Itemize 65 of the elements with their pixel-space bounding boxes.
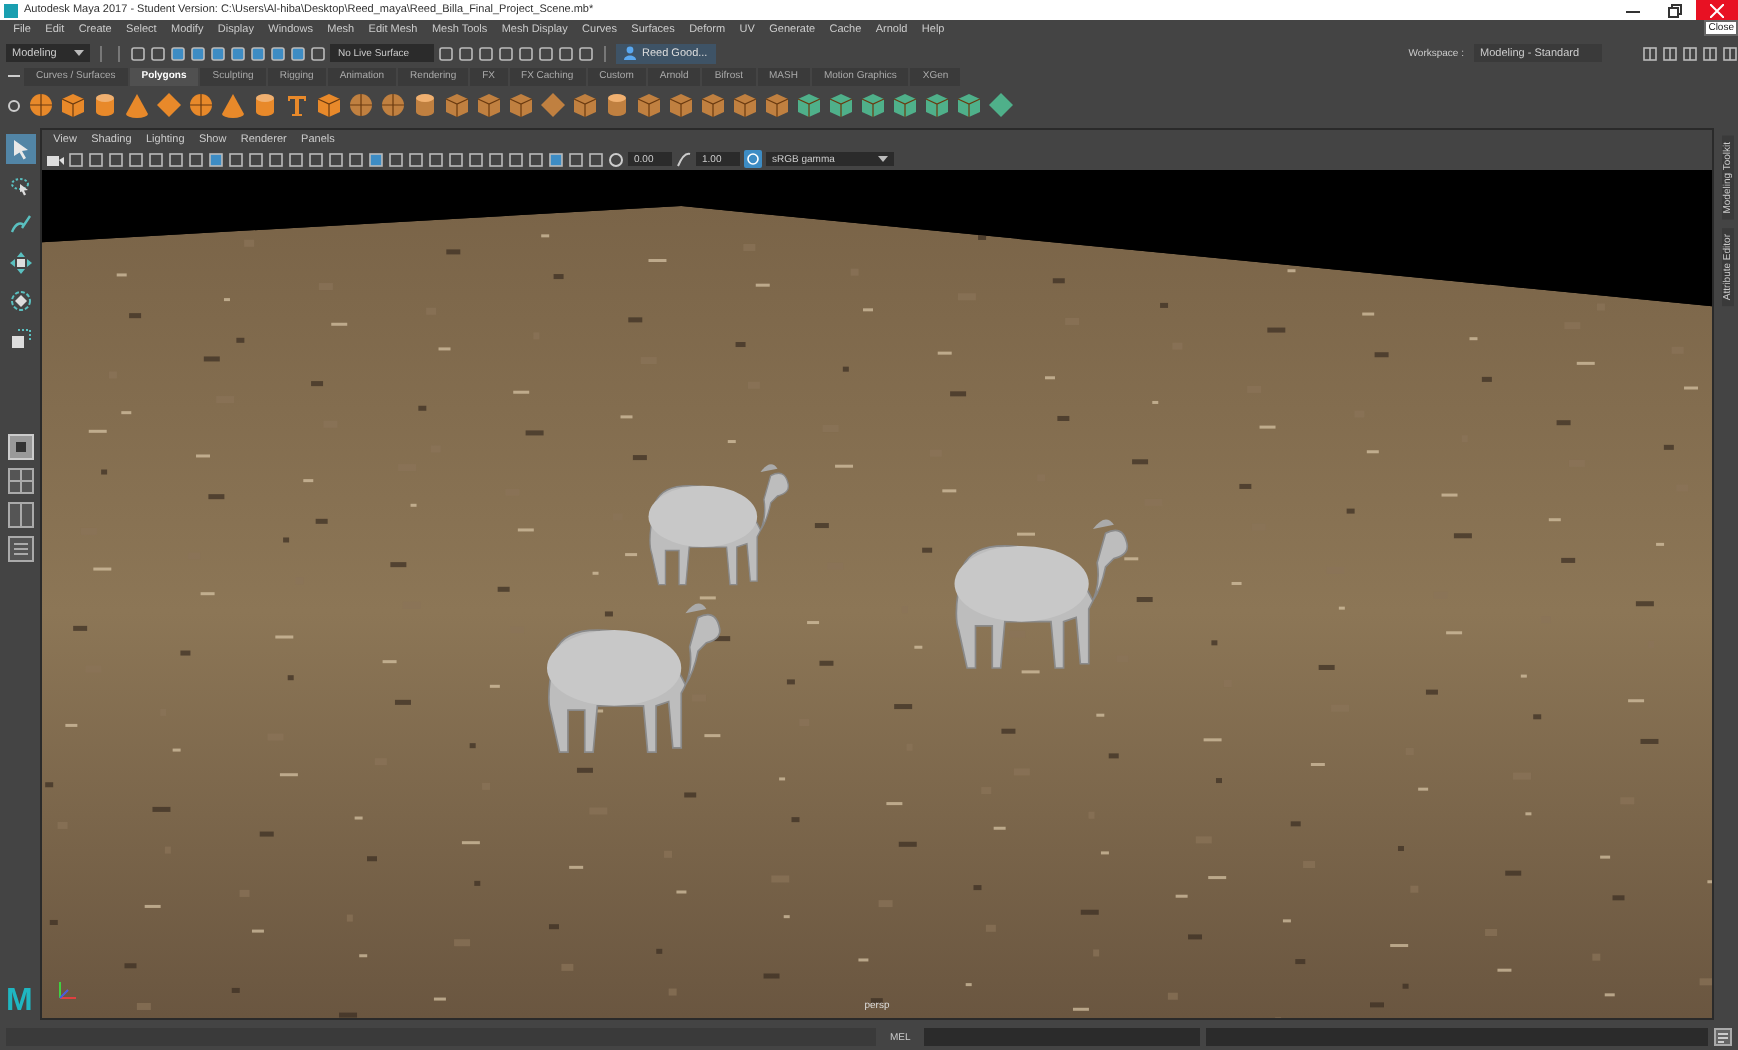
sphere-icon[interactable] bbox=[188, 92, 214, 118]
color-management-icon[interactable] bbox=[744, 150, 762, 168]
cylinder-icon[interactable] bbox=[412, 92, 438, 118]
layout-icon[interactable] bbox=[1722, 45, 1738, 61]
caret-icon bbox=[878, 156, 888, 162]
cube-icon[interactable] bbox=[444, 92, 470, 118]
aperture-icon[interactable] bbox=[608, 151, 624, 167]
four-pane-layout-icon[interactable] bbox=[7, 468, 33, 494]
single-pane-layout-icon[interactable] bbox=[7, 434, 33, 460]
cube-icon[interactable] bbox=[636, 92, 662, 118]
cube-icon[interactable] bbox=[860, 92, 886, 118]
diamond-icon[interactable] bbox=[156, 92, 182, 118]
cube-icon[interactable] bbox=[892, 92, 918, 118]
caret-icon bbox=[74, 50, 84, 56]
brush-icon bbox=[9, 214, 31, 236]
sphere-icon[interactable] bbox=[380, 92, 406, 118]
cylinder-icon[interactable] bbox=[604, 92, 630, 118]
axis-icon bbox=[54, 978, 78, 1002]
text-tool-icon[interactable] bbox=[284, 92, 310, 118]
sheep-drawing bbox=[648, 464, 790, 586]
diamond-icon[interactable] bbox=[540, 92, 566, 118]
layout-icon[interactable] bbox=[1682, 45, 1698, 61]
command-input-field[interactable] bbox=[924, 1028, 1201, 1046]
app-icon bbox=[4, 3, 18, 17]
layout-icon[interactable] bbox=[1662, 45, 1678, 61]
move-tool[interactable] bbox=[5, 248, 35, 278]
maya-logo: M bbox=[6, 986, 33, 1018]
cylinder-icon[interactable] bbox=[92, 92, 118, 118]
close-button[interactable] bbox=[1696, 0, 1738, 20]
scale-icon bbox=[9, 328, 31, 350]
rotate-tool[interactable] bbox=[5, 286, 35, 316]
cube-icon[interactable] bbox=[700, 92, 726, 118]
script-editor-icon[interactable] bbox=[1714, 1028, 1732, 1046]
arrow-cursor-icon bbox=[9, 138, 31, 160]
camera-icon[interactable] bbox=[46, 151, 64, 167]
two-pane-layout-icon[interactable] bbox=[7, 502, 33, 528]
sphere-icon[interactable] bbox=[28, 92, 54, 118]
move-icon bbox=[9, 252, 31, 274]
close-icon bbox=[1710, 3, 1724, 17]
cone-icon[interactable] bbox=[220, 92, 246, 118]
cube-icon[interactable] bbox=[572, 92, 598, 118]
rotate-icon bbox=[9, 290, 31, 312]
cube-icon[interactable] bbox=[476, 92, 502, 118]
lasso-icon bbox=[9, 176, 31, 198]
cube-icon[interactable] bbox=[316, 92, 342, 118]
cone-icon[interactable] bbox=[124, 92, 150, 118]
user-icon bbox=[624, 46, 636, 60]
cube-icon[interactable] bbox=[828, 92, 854, 118]
cube-icon[interactable] bbox=[60, 92, 86, 118]
cube-icon[interactable] bbox=[956, 92, 982, 118]
outliner-layout-icon[interactable] bbox=[7, 536, 33, 562]
cube-icon[interactable] bbox=[508, 92, 534, 118]
cylinder-icon[interactable] bbox=[252, 92, 278, 118]
cube-icon[interactable] bbox=[764, 92, 790, 118]
cube-icon[interactable] bbox=[668, 92, 694, 118]
cube-icon[interactable] bbox=[924, 92, 950, 118]
cube-icon[interactable] bbox=[732, 92, 758, 118]
layout-icon[interactable] bbox=[1702, 45, 1718, 61]
gamma-icon[interactable] bbox=[676, 151, 692, 167]
select-tool[interactable] bbox=[5, 134, 35, 164]
restore-icon bbox=[1668, 3, 1682, 17]
sphere-icon[interactable] bbox=[348, 92, 374, 118]
diamond-icon[interactable] bbox=[988, 92, 1014, 118]
layout-icon[interactable] bbox=[1642, 45, 1658, 61]
cube-icon[interactable] bbox=[796, 92, 822, 118]
